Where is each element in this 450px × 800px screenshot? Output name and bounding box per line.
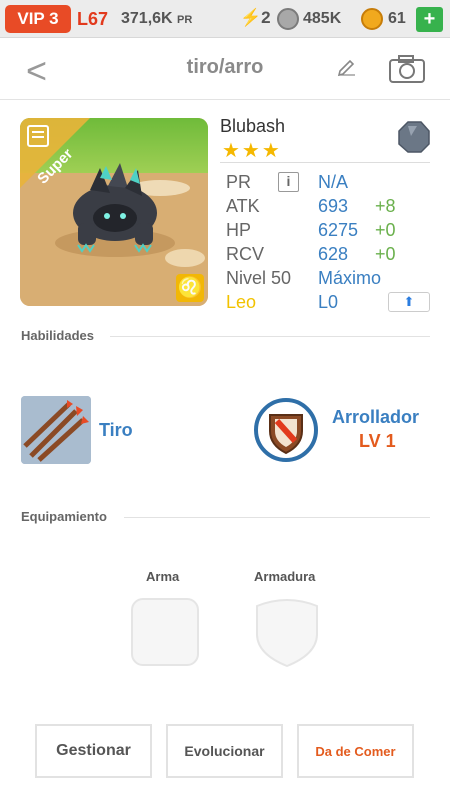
ability-name[interactable]: Arrollador	[332, 407, 419, 428]
atk-value: 693	[318, 196, 349, 216]
atk-bonus: +8	[375, 196, 396, 216]
divider	[220, 162, 430, 163]
level-value: Máximo	[318, 268, 382, 288]
monster-name: Blubash	[220, 116, 286, 136]
paw-food-icon	[277, 8, 299, 30]
weapon-slot[interactable]	[131, 598, 199, 666]
leo-zodiac-symbol: ♌	[177, 277, 203, 299]
lightning-icon: ⚡	[240, 8, 262, 27]
divider	[124, 517, 430, 518]
leo-zodiac-icon: ♌	[176, 274, 204, 302]
energy-counter: ⚡2	[240, 8, 271, 28]
arrow-up-icon: ⬆	[403, 294, 415, 309]
rcv-value: 628	[318, 244, 349, 264]
camera-icon[interactable]	[388, 54, 426, 84]
coin-icon	[361, 8, 383, 30]
pencil-edit-icon[interactable]	[336, 55, 358, 77]
power-rating-unit: PR	[177, 14, 193, 26]
hp-value: 6275	[318, 220, 359, 240]
arrows-icon	[21, 396, 91, 464]
level-label: Nivel 50	[226, 268, 292, 288]
page-header: < tiro/arro	[0, 38, 450, 100]
monster-portrait[interactable]: Super ♌	[20, 118, 208, 306]
weapon-slot-label: Arma	[146, 569, 180, 584]
star-rating: ★★★	[222, 140, 282, 162]
player-level: L67	[77, 9, 109, 29]
energy-value: 2	[261, 8, 271, 27]
manage-button[interactable]: Gestionar	[35, 724, 152, 778]
pr-value: N/A	[318, 172, 349, 192]
pr-label: PR	[226, 172, 252, 192]
zodiac-upgrade-button[interactable]: ⬆	[388, 292, 430, 312]
section-title-skills: Habilidades	[21, 328, 94, 343]
evolve-button[interactable]: Evolucionar	[166, 724, 283, 778]
shield-ability-icon[interactable]	[253, 397, 319, 463]
power-rating-value: 371,6K	[121, 10, 173, 27]
add-currency-button[interactable]: +	[416, 7, 443, 32]
status-bar: VIP 3 L67 371,6K PR ⚡2 485K 61 +	[0, 0, 450, 38]
feed-button[interactable]: Da de Comer	[297, 724, 414, 778]
armor-slot-label: Armadura	[254, 569, 316, 584]
ability-level: LV 1	[359, 431, 396, 451]
power-rating: 371,6K PR	[121, 10, 192, 28]
coin-counter: 61	[388, 10, 406, 27]
hp-bonus: +0	[375, 220, 396, 240]
armor-slot[interactable]	[253, 596, 321, 668]
divider	[110, 336, 430, 337]
atk-label: ATK	[226, 196, 260, 216]
zodiac-value: L0	[318, 292, 339, 312]
info-icon[interactable]: i	[278, 172, 299, 192]
vip-badge[interactable]: VIP 3	[5, 5, 71, 33]
element-gem-icon	[398, 121, 430, 153]
section-title-equipment: Equipamiento	[21, 509, 107, 524]
rcv-bonus: +0	[375, 244, 396, 264]
food-counter: 485K	[303, 10, 342, 27]
page-title: tiro/arro	[186, 56, 264, 78]
rcv-label: RCV	[226, 244, 265, 264]
hp-label: HP	[226, 220, 252, 240]
skill-icon[interactable]	[21, 396, 91, 464]
skill-name[interactable]: Tiro	[99, 420, 133, 441]
zodiac-label: Leo	[226, 292, 257, 312]
